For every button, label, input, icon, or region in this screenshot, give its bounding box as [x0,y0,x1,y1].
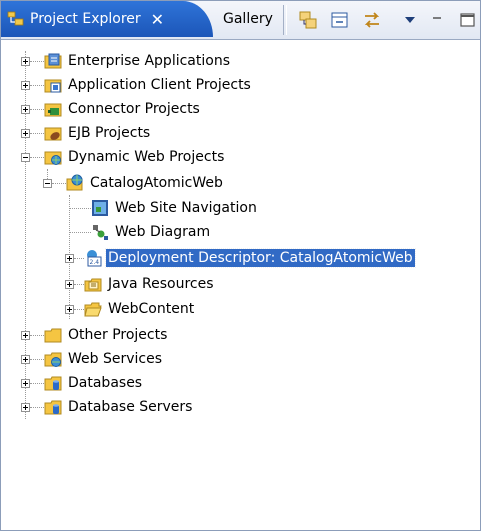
project-explorer-icon [7,10,25,28]
maximize-icon [460,13,475,27]
collapse-all-icon [331,12,348,28]
web-project-icon [66,174,84,192]
tree-item-enterprise-applications[interactable]: Enterprise Applications [21,50,232,72]
close-icon[interactable]: ✕ [151,10,164,29]
expand-toggle[interactable] [21,56,30,66]
collapse-all-button[interactable] [329,9,351,31]
tree-item-other-projects[interactable]: Other Projects [21,324,169,346]
site-nav-icon [91,199,109,217]
link-with-editor-button[interactable] [297,9,319,31]
svg-text:2.4: 2.4 [90,259,100,266]
tab-project-explorer[interactable]: Project Explorer ✕ [1,1,213,37]
toolbar-separator [283,5,287,35]
expand-toggle[interactable] [65,304,74,314]
tree-item-webcontent[interactable]: WebContent [65,298,196,320]
tree-item-web-diagram[interactable]: Web Diagram [69,221,212,243]
maximize-button[interactable] [457,9,479,31]
link-with-editor-icon [299,11,317,29]
expand-toggle[interactable] [21,104,30,114]
expand-toggle[interactable] [21,128,30,138]
view-menu-button[interactable] [399,9,421,31]
databases-icon [44,374,62,392]
expand-toggle[interactable] [21,330,30,340]
expand-toggle[interactable] [21,80,30,90]
tree-item-database-servers[interactable]: Database Servers [21,396,194,418]
web-folder-icon [44,148,62,166]
minimize-button[interactable] [429,9,451,31]
ejb-icon [44,124,62,142]
tree-item-connector-projects[interactable]: Connector Projects [21,98,202,120]
tree-item-java-resources[interactable]: Java Resources [65,273,216,295]
java-resources-icon [84,275,102,293]
app-client-icon [44,76,62,94]
tab-gallery-label: Gallery [223,11,273,27]
tab-project-explorer-label: Project Explorer [30,11,141,27]
tree-item-web-site-navigation[interactable]: Web Site Navigation [69,197,259,219]
tree-item-ejb-projects[interactable]: EJB Projects [21,122,152,144]
folder-icon [44,326,62,344]
sync-arrows-icon [364,12,380,28]
tree-item-catalogatomicweb[interactable]: CatalogAtomicWeb [43,172,225,194]
tree-item-application-client-projects[interactable]: Application Client Projects [21,74,253,96]
web-services-icon [44,350,62,368]
expand-toggle[interactable] [21,354,30,364]
tree-item-dynamic-web-projects[interactable]: Dynamic Web Projects [21,146,226,168]
database-servers-icon [44,398,62,416]
enterprise-app-icon [44,52,62,70]
collapse-toggle[interactable] [43,178,52,188]
tree-item-web-services[interactable]: Web Services [21,348,164,370]
web-diagram-icon [91,223,109,241]
webcontent-folder-icon [84,300,102,318]
tab-gallery[interactable]: Gallery [223,1,273,37]
sync-button[interactable] [361,9,383,31]
expand-toggle[interactable] [21,378,30,388]
collapse-toggle[interactable] [21,152,30,162]
deployment-descriptor-icon: 2.4 [84,249,102,267]
connector-icon [44,100,62,118]
tree-item-deployment-descriptor[interactable]: 2.4 Deployment Descriptor: CatalogAtomic… [65,247,416,269]
project-explorer-view: Project Explorer ✕ Gallery Enterprise Ap… [0,0,481,531]
expand-toggle[interactable] [65,253,74,263]
view-menu-icon [405,17,415,23]
minimize-icon [433,17,441,19]
view-tab-bar: Project Explorer ✕ Gallery [1,1,480,40]
tree-item-databases[interactable]: Databases [21,372,144,394]
expand-toggle[interactable] [21,402,30,412]
expand-toggle[interactable] [65,279,74,289]
